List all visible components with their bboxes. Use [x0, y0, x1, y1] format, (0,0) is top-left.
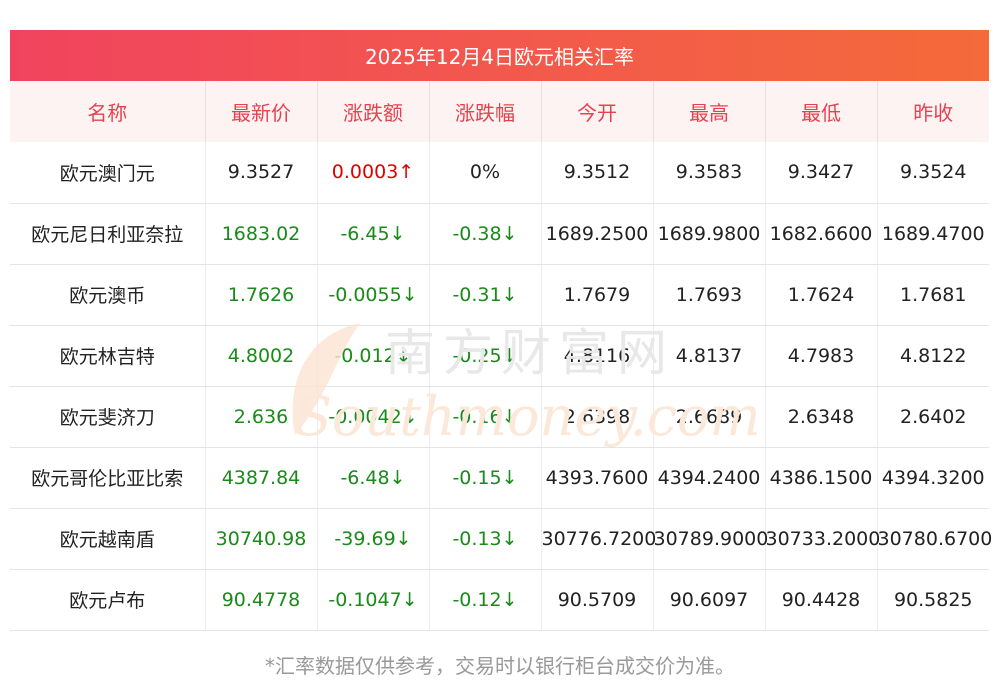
table-row[interactable]: 欧元尼日利亚奈拉 1683.02 -6.45↓ -0.38↓ 1689.2500 1689… [10, 203, 989, 265]
cell-latest: 90.4778 [204, 569, 317, 631]
header-change-pct: 涨跌幅 [428, 81, 541, 142]
cell-open: 30776.7200 [540, 508, 656, 570]
cell-name: 欧元尼日利亚奈拉 [10, 203, 205, 265]
rates-table: 名称 最新价 涨跌额 涨跌幅 今开 最高 最低 昨收 欧元澳门元 9.3527 0.… [10, 81, 992, 631]
cell-open: 90.5709 [540, 569, 653, 631]
cell-latest: 2.636 [204, 386, 317, 448]
cell-latest: 30740.98 [204, 508, 317, 570]
cell-change: -6.45↓ [316, 203, 429, 265]
header-latest: 最新价 [204, 81, 317, 142]
cell-high: 1.7693 [652, 264, 765, 326]
cell-low: 30733.2000 [764, 508, 880, 570]
cell-change: -0.1047↓ [316, 569, 429, 631]
cell-name: 欧元林吉特 [10, 325, 205, 387]
header-prev-close: 昨收 [876, 81, 989, 142]
cell-change: 0.0003↑ [316, 142, 429, 204]
cell-pct: -0.25↓ [428, 325, 541, 387]
table-header-row: 名称 最新价 涨跌额 涨跌幅 今开 最高 最低 昨收 [10, 81, 989, 142]
cell-prev: 2.6402 [876, 386, 989, 448]
cell-prev: 90.5825 [876, 569, 989, 631]
cell-prev: 1689.4700 [876, 203, 989, 265]
cell-prev: 30780.6700 [876, 508, 992, 570]
cell-name: 欧元卢布 [10, 569, 205, 631]
cell-pct: -0.15↓ [428, 447, 541, 509]
disclaimer: *汇率数据仅供参考，交易时以银行柜台成交价为准。 [265, 654, 735, 678]
cell-open: 2.6398 [540, 386, 653, 448]
cell-latest: 1.7626 [204, 264, 317, 326]
cell-open: 4393.7600 [540, 447, 653, 509]
cell-high: 2.6689 [652, 386, 765, 448]
cell-pct: -0.31↓ [428, 264, 541, 326]
cell-pct: -0.38↓ [428, 203, 541, 265]
cell-latest: 9.3527 [204, 142, 317, 204]
cell-low: 2.6348 [764, 386, 877, 448]
cell-name: 欧元哥伦比亚比索 [10, 447, 205, 509]
header-open: 今开 [540, 81, 653, 142]
cell-pct: 0% [428, 142, 541, 204]
cell-prev: 1.7681 [876, 264, 989, 326]
cell-latest: 1683.02 [204, 203, 317, 265]
header-change: 涨跌额 [316, 81, 429, 142]
cell-low: 4.7983 [764, 325, 877, 387]
table-row[interactable]: 欧元林吉特 4.8002 -0.012↓ -0.25↓ 4.8116 4.8137 4.79… [10, 325, 989, 387]
table-title: 2025年12月4日欧元相关汇率 [10, 30, 989, 81]
cell-change: -0.0042↓ [316, 386, 429, 448]
table-row[interactable]: 欧元澳门元 9.3527 0.0003↑ 0% 9.3512 9.3583 9.3427 9.… [10, 142, 989, 204]
cell-prev: 4394.3200 [876, 447, 989, 509]
table-row[interactable]: 欧元越南盾 30740.98 -39.69↓ -0.13↓ 30776.7200 3078… [10, 508, 992, 570]
cell-low: 90.4428 [764, 569, 877, 631]
cell-pct: -0.12↓ [428, 569, 541, 631]
cell-prev: 4.8122 [876, 325, 989, 387]
cell-open: 4.8116 [540, 325, 653, 387]
cell-change: -0.0055↓ [316, 264, 429, 326]
cell-latest: 4387.84 [204, 447, 317, 509]
cell-change: -6.48↓ [316, 447, 429, 509]
cell-high: 9.3583 [652, 142, 765, 204]
cell-high: 90.6097 [652, 569, 765, 631]
cell-high: 30789.9000 [652, 508, 768, 570]
header-name: 名称 [87, 101, 128, 125]
cell-prev: 9.3524 [876, 142, 989, 204]
cell-name: 欧元澳币 [10, 264, 205, 326]
table-row[interactable]: 欧元澳币 1.7626 -0.0055↓ -0.31↓ 1.7679 1.7693 1.76… [10, 264, 989, 326]
cell-pct: -0.16↓ [428, 386, 541, 448]
cell-pct: -0.13↓ [428, 508, 541, 570]
cell-high: 1689.9800 [652, 203, 765, 265]
cell-high: 4.8137 [652, 325, 765, 387]
cell-latest: 4.8002 [204, 325, 317, 387]
header-high: 最高 [652, 81, 765, 142]
cell-low: 9.3427 [764, 142, 877, 204]
table-row[interactable]: 欧元哥伦比亚比索 4387.84 -6.48↓ -0.15↓ 4393.7600 4394… [10, 447, 989, 509]
header-low: 最低 [764, 81, 877, 142]
cell-low: 1.7624 [764, 264, 877, 326]
cell-high: 4394.2400 [652, 447, 765, 509]
cell-change: -39.69↓ [316, 508, 429, 570]
cell-open: 1.7679 [540, 264, 653, 326]
rates-panel: 2025年12月4日欧元相关汇率 名称 最新价 涨跌额 涨跌幅 今开 最高 最低… [10, 30, 992, 631]
cell-low: 1682.6600 [764, 203, 877, 265]
table-row[interactable]: 欧元卢布 90.4778 -0.1047↓ -0.12↓ 90.5709 90.6097 9… [10, 569, 989, 631]
cell-open: 1689.2500 [540, 203, 653, 265]
cell-name: 欧元澳门元 [10, 142, 205, 204]
cell-name: 欧元斐济刀 [10, 386, 205, 448]
table-row[interactable]: 欧元斐济刀 2.636 -0.0042↓ -0.16↓ 2.6398 2.6689 2.63… [10, 386, 989, 448]
cell-low: 4386.1500 [764, 447, 877, 509]
cell-change: -0.012↓ [316, 325, 429, 387]
cell-name: 欧元越南盾 [10, 508, 205, 570]
cell-open: 9.3512 [540, 142, 653, 204]
